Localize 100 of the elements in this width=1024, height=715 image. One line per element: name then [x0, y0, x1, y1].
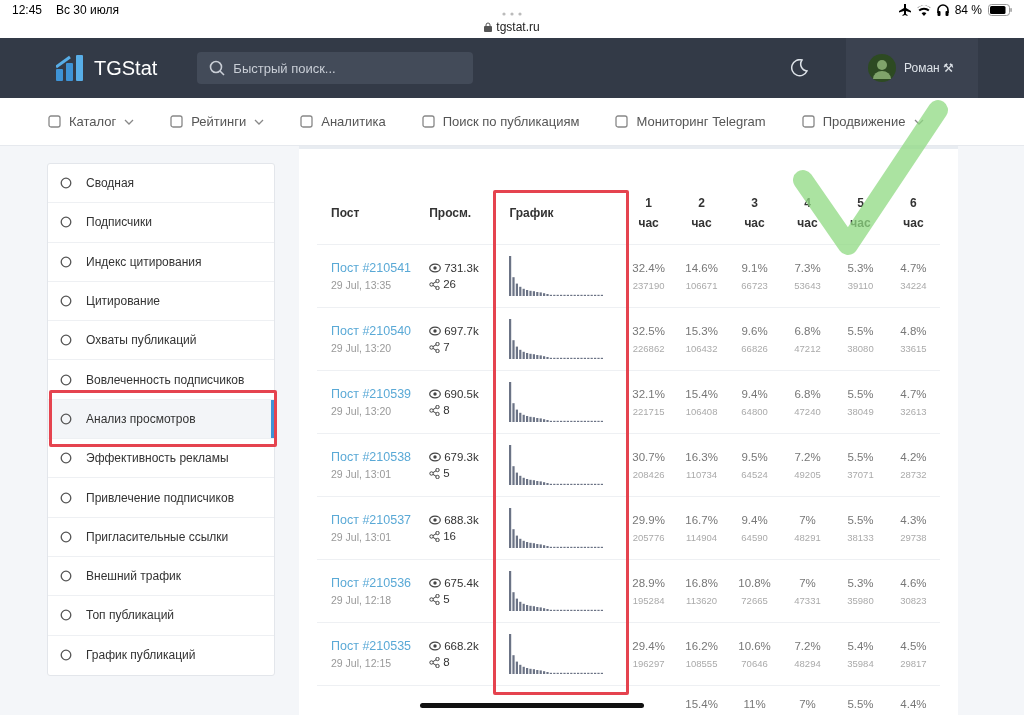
sidebar-item[interactable]: Подписчики — [48, 203, 274, 243]
search-field[interactable]: Быстрый поиск... — [197, 52, 474, 84]
views-count: 697.7k — [444, 325, 479, 337]
views-value: 37071 — [847, 468, 874, 480]
percent-value: 16.2% — [685, 639, 718, 652]
percent-value: 4.7% — [900, 387, 927, 400]
sidebar-item[interactable]: Привлечение подписчиков — [48, 478, 274, 518]
eye-icon — [429, 515, 442, 525]
moon-icon[interactable] — [790, 59, 808, 77]
percent-value: 9.6% — [741, 324, 768, 337]
views-value: 39110 — [847, 279, 874, 291]
menu-item-icon — [60, 412, 72, 425]
percent-value: 16.3% — [685, 450, 718, 463]
percent-value: 29.4% — [632, 639, 665, 652]
shares-count: 26 — [443, 278, 456, 290]
percent-value: 7.2% — [794, 450, 821, 463]
address-text[interactable]: tgstat.ru — [496, 20, 540, 34]
sidebar-item[interactable]: Эффективность рекламы — [48, 439, 274, 479]
sidebar-item[interactable]: Индекс цитирования — [48, 242, 274, 282]
views-value: 33615 — [900, 342, 927, 354]
percent-value: 32.5% — [632, 324, 665, 337]
column-header: 6 час — [902, 194, 925, 232]
percent-value: 32.4% — [632, 261, 665, 274]
sidebar-item[interactable]: Топ публикаций — [48, 596, 274, 636]
menu-item-icon — [60, 177, 72, 190]
menu-item-icon — [421, 115, 435, 128]
sidebar-item[interactable]: Внешний трафик — [48, 556, 274, 597]
percent-value: 15.3% — [685, 324, 718, 337]
views-value: 35984 — [847, 657, 874, 669]
percent-value: 28.9% — [632, 576, 665, 589]
eye-icon — [429, 326, 442, 336]
sidebar-item[interactable]: Пригласительные ссылки — [48, 517, 274, 557]
user-menu[interactable]: Роман ⚒ — [846, 38, 978, 98]
sidebar-item[interactable]: График публикаций — [48, 635, 274, 675]
nav-item[interactable]: Мониторинг Telegram — [615, 114, 766, 129]
post-date: 29 Jul, 13:20 — [331, 342, 393, 354]
percent-value: 5.3% — [847, 261, 874, 274]
sidebar-item[interactable]: Вовлеченность подписчиков — [48, 360, 274, 400]
percent-value: 9.4% — [741, 513, 768, 526]
percent-value: 4.2% — [900, 450, 927, 463]
menu-item-icon — [615, 115, 629, 128]
menu-item-icon — [60, 530, 72, 543]
logo-icon[interactable] — [56, 55, 86, 81]
menu-item-icon — [60, 295, 72, 308]
shares-count: 16 — [443, 530, 456, 542]
views-value: 53643 — [794, 279, 821, 291]
nav-item[interactable]: Аналитика — [300, 114, 386, 129]
logo-text[interactable]: TGStat — [94, 56, 158, 80]
views-value: 106432 — [685, 342, 718, 354]
nav-item[interactable]: Каталог — [48, 114, 135, 129]
shares-count: 8 — [443, 404, 450, 416]
views-value: 72665 — [741, 594, 768, 606]
caret-icon — [124, 118, 135, 125]
menu-item-icon — [48, 115, 61, 128]
avatar-icon — [868, 54, 896, 82]
percent-value: 6.8% — [794, 324, 821, 337]
column-header: Просм. — [429, 205, 473, 220]
percent-value: 29.9% — [632, 513, 665, 526]
views-value: 48291 — [794, 531, 821, 543]
views-value: 106408 — [685, 405, 718, 417]
percent-value: 4.7% — [900, 261, 927, 274]
percent-value: 7% — [799, 513, 816, 526]
menu-item-icon — [60, 255, 72, 268]
sidebar-item[interactable]: Сводная — [48, 164, 274, 204]
views-value: 226862 — [632, 342, 665, 354]
views-value: 205776 — [632, 531, 665, 543]
views-count: 668.2k — [444, 640, 479, 652]
post-date: 29 Jul, 13:20 — [331, 405, 393, 417]
sidebar-item[interactable]: Анализ просмотров — [48, 399, 274, 440]
views-value: 64590 — [741, 531, 768, 543]
eye-icon — [429, 263, 442, 273]
airplane-icon — [898, 4, 911, 16]
percent-value: 15.4% — [685, 387, 718, 400]
nav-item[interactable]: Продвижение — [801, 114, 924, 129]
battery-icon — [988, 4, 1012, 16]
menu-item-icon — [801, 115, 815, 128]
shares-count: 7 — [443, 341, 450, 353]
nav-item[interactable]: Поиск по публикациям — [421, 114, 580, 129]
percent-value: 32.1% — [632, 387, 665, 400]
status-date: Вс 30 июля — [56, 3, 119, 17]
menu-item-icon — [300, 115, 314, 128]
post-date: 29 Jul, 12:18 — [331, 594, 393, 606]
lock-icon — [484, 22, 493, 32]
percent-value: 5.5% — [847, 513, 874, 526]
wifi-icon — [916, 4, 931, 16]
nav-item[interactable]: Рейтинги — [170, 114, 265, 129]
column-header: График — [508, 205, 555, 220]
sidebar-item[interactable]: Охваты публикаций — [48, 321, 274, 361]
views-count: 688.3k — [444, 514, 479, 526]
eye-icon — [429, 641, 442, 651]
eye-icon — [429, 452, 442, 462]
views-value: 29817 — [900, 657, 927, 669]
column-header: 5 час — [849, 194, 872, 232]
post-date: 29 Jul, 13:35 — [331, 279, 393, 291]
percent-value: 5.5% — [847, 324, 874, 337]
views-value: 47240 — [794, 405, 821, 417]
sidebar-item[interactable]: Цитирование — [48, 281, 274, 322]
share-icon — [429, 278, 441, 290]
eye-icon — [429, 389, 442, 399]
share-icon — [429, 656, 441, 668]
